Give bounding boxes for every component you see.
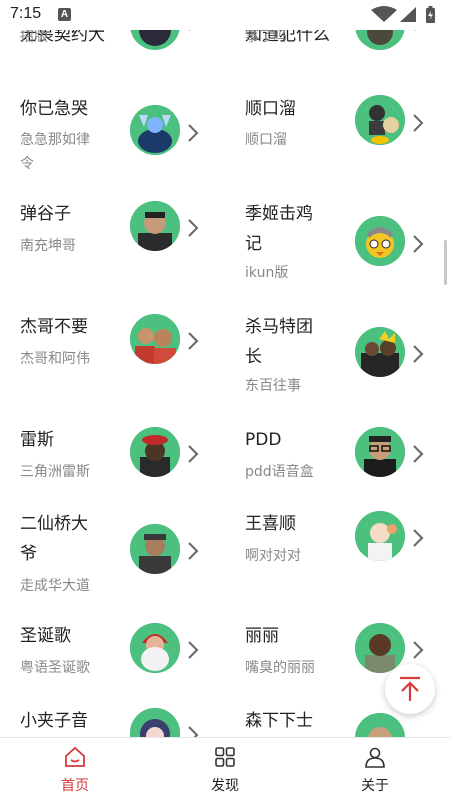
chevron-right-icon [188, 542, 199, 560]
item-title: 弹谷子 [20, 204, 71, 224]
anime-girl-avatar [130, 708, 180, 737]
user-icon [365, 747, 385, 768]
item-title: 王喜顺 [245, 514, 296, 534]
item-desc: 东百往事 [245, 378, 301, 394]
bottom-navigation: 首页 发现 关于 [0, 737, 450, 800]
item-title: 顺口溜 [245, 99, 296, 119]
signal-icon [400, 7, 416, 22]
glasses-man-avatar [355, 427, 405, 477]
item-desc: 嘴臭的丽丽 [245, 660, 315, 676]
santa-avatar [130, 623, 180, 673]
list-item[interactable]: 顺口溜 顺口溜 [225, 92, 450, 202]
chevron-right-icon [188, 124, 199, 142]
chevron-right-icon [413, 529, 424, 547]
wifi-icon [371, 6, 397, 22]
grid-icon [215, 747, 235, 767]
item-title: 雷斯 [20, 430, 54, 450]
chevron-right-icon [188, 332, 199, 350]
item-desc: 啊对对对 [245, 548, 301, 564]
back-to-top-icon [400, 676, 420, 701]
item-desc: ikun版 [245, 265, 289, 281]
list-item[interactable]: 雷斯 三角洲雷斯 [0, 424, 225, 504]
chevron-right-icon [413, 235, 424, 253]
cartoon-boy-avatar [355, 511, 405, 561]
item-desc: pdd语音盒 [245, 464, 314, 480]
nav-label-about: 关于 [361, 778, 389, 794]
nav-item-home[interactable]: 首页 [0, 738, 150, 800]
chick-avatar [355, 216, 405, 266]
item-desc: 顺口溜 [245, 132, 287, 148]
item-title: 二仙桥大 爷 [20, 514, 88, 564]
chevron-right-icon [188, 641, 199, 659]
hologram-avatar [130, 105, 180, 155]
home-icon [65, 746, 85, 767]
item-title: 季姬击鸡 记 [245, 204, 313, 254]
man-avatar [130, 201, 180, 251]
list-item[interactable]: 小夹子音 [0, 705, 225, 737]
chevron-right-icon [413, 641, 424, 659]
item-desc: 粤语圣诞歌 [20, 660, 90, 676]
scrollbar[interactable] [444, 240, 447, 285]
status-bar: 7:15 A [0, 0, 450, 30]
item-title: PDD [245, 430, 282, 450]
chevron-right-icon [188, 445, 199, 463]
list-item[interactable]: 季姬击鸡 记 ikun版 [225, 198, 450, 298]
chevron-right-icon [413, 445, 424, 463]
nav-label-discover: 发现 [211, 778, 239, 794]
soldier-avatar [355, 713, 405, 737]
item-desc: 杰哥和阿伟 [20, 351, 90, 367]
list-item[interactable]: 你已急哭 急急那如律 令 [0, 92, 225, 202]
list-item[interactable]: 弹谷子 南充坤哥 [0, 198, 225, 298]
list-item[interactable]: PDD pdd语音盒 [225, 424, 450, 504]
item-title: 圣诞歌 [20, 626, 71, 646]
spiky-hair-avatar [355, 327, 405, 377]
two-men-avatar [130, 314, 180, 364]
item-title: 杀马特团 长 [245, 317, 313, 367]
chevron-right-icon [413, 114, 424, 132]
list-item[interactable]: 圣诞歌 粤语圣诞歌 [0, 620, 225, 700]
sound-list: 无畏契约大 招版 你已急哭 急急那如律 令 弹谷子 南充坤哥 杰哥不要 杰哥和阿… [0, 0, 450, 737]
system-status-icons [371, 6, 435, 23]
list-item[interactable]: 二仙桥大 爷 走成华大道 [0, 508, 225, 608]
item-title: 丽丽 [245, 626, 279, 646]
red-beret-avatar [130, 427, 180, 477]
old-man-avatar [130, 524, 180, 574]
item-desc: 急急那如律 令 [20, 132, 90, 172]
dark-man-avatar [355, 623, 405, 673]
list-item[interactable]: 杀马特团 长 东百往事 [225, 311, 450, 411]
chevron-right-icon [188, 726, 199, 737]
list-item[interactable]: 杰哥不要 杰哥和阿伟 [0, 311, 225, 411]
item-title: 森下下士 [245, 711, 313, 731]
chevron-right-icon [413, 345, 424, 363]
back-to-top-button[interactable] [385, 664, 435, 714]
item-title: 你已急哭 [20, 99, 88, 119]
item-title: 杰哥不要 [20, 317, 88, 337]
status-time: 7:15 [10, 5, 42, 22]
item-title: 小夹子音 [20, 711, 88, 731]
list-item[interactable]: 王喜顺 啊对对对 [225, 508, 450, 608]
nav-label-home: 首页 [61, 778, 89, 794]
thief-avatar [355, 95, 405, 145]
item-desc: 南充坤哥 [20, 238, 76, 254]
nav-item-discover[interactable]: 发现 [150, 738, 300, 800]
item-desc: 三角洲雷斯 [20, 464, 90, 480]
notification-badge-icon: A [58, 8, 71, 21]
nav-item-about[interactable]: 关于 [300, 738, 450, 800]
chevron-right-icon [188, 219, 199, 237]
item-desc: 走成华大道 [20, 578, 90, 594]
